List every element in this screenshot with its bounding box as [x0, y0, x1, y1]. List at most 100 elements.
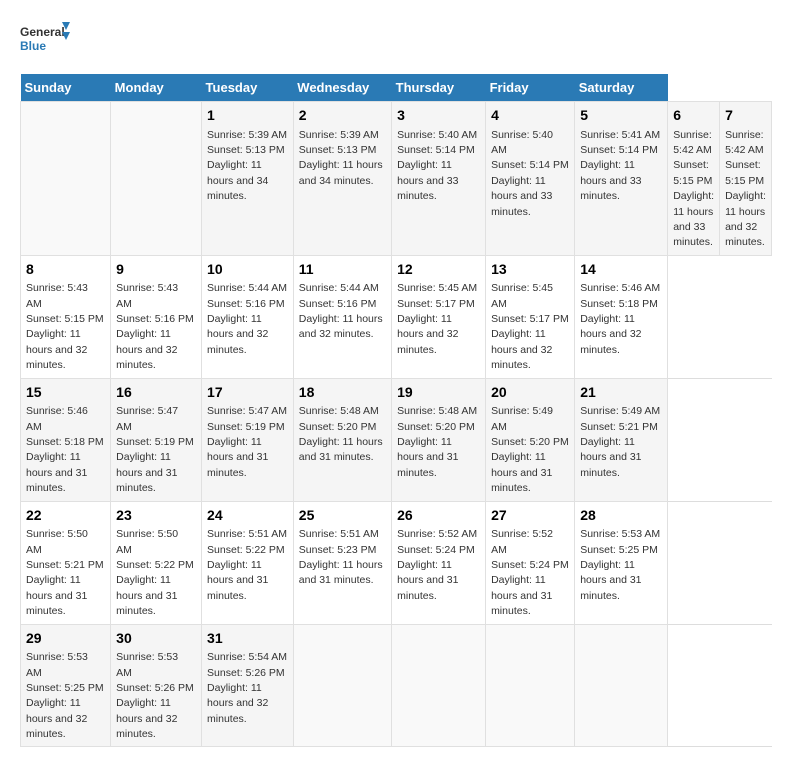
weekday-header-row: SundayMondayTuesdayWednesdayThursdayFrid…	[21, 74, 772, 102]
day-number: 15	[26, 383, 105, 403]
calendar-cell: 1 Sunrise: 5:39 AMSunset: 5:13 PMDayligh…	[202, 102, 294, 256]
calendar-cell: 24 Sunrise: 5:51 AMSunset: 5:22 PMDaylig…	[202, 501, 294, 624]
sunrise: Sunrise: 5:42 AMSunset: 5:15 PMDaylight:…	[673, 129, 714, 249]
day-number: 9	[116, 260, 196, 280]
sunrise: Sunrise: 5:50 AMSunset: 5:21 PMDaylight:…	[26, 528, 104, 617]
calendar-table: SundayMondayTuesdayWednesdayThursdayFrid…	[20, 74, 772, 747]
day-number: 14	[580, 260, 662, 280]
weekday-header: Saturday	[575, 74, 668, 102]
calendar-cell: 31 Sunrise: 5:54 AMSunset: 5:26 PMDaylig…	[202, 624, 294, 747]
calendar-cell: 18 Sunrise: 5:48 AMSunset: 5:20 PMDaylig…	[293, 378, 391, 501]
day-number: 27	[491, 506, 569, 526]
day-number: 7	[725, 106, 766, 126]
calendar-cell: 22 Sunrise: 5:50 AMSunset: 5:21 PMDaylig…	[21, 501, 111, 624]
sunrise: Sunrise: 5:52 AMSunset: 5:24 PMDaylight:…	[491, 528, 569, 617]
sunrise: Sunrise: 5:53 AMSunset: 5:25 PMDaylight:…	[580, 528, 660, 602]
sunrise: Sunrise: 5:50 AMSunset: 5:22 PMDaylight:…	[116, 528, 194, 617]
calendar-cell: 16 Sunrise: 5:47 AMSunset: 5:19 PMDaylig…	[111, 378, 202, 501]
sunrise: Sunrise: 5:49 AMSunset: 5:21 PMDaylight:…	[580, 405, 660, 479]
calendar-cell: 28 Sunrise: 5:53 AMSunset: 5:25 PMDaylig…	[575, 501, 668, 624]
day-number: 4	[491, 106, 569, 126]
calendar-cell: 3 Sunrise: 5:40 AMSunset: 5:14 PMDayligh…	[392, 102, 486, 256]
sunrise: Sunrise: 5:45 AMSunset: 5:17 PMDaylight:…	[491, 282, 569, 371]
week-row: 8 Sunrise: 5:43 AMSunset: 5:15 PMDayligh…	[21, 255, 772, 378]
calendar-cell	[392, 624, 486, 747]
svg-text:Blue: Blue	[20, 39, 46, 53]
weekday-header: Friday	[486, 74, 575, 102]
sunrise: Sunrise: 5:51 AMSunset: 5:23 PMDaylight:…	[299, 528, 383, 586]
sunrise: Sunrise: 5:48 AMSunset: 5:20 PMDaylight:…	[299, 405, 383, 463]
sunrise: Sunrise: 5:51 AMSunset: 5:22 PMDaylight:…	[207, 528, 287, 602]
weekday-header: Monday	[111, 74, 202, 102]
sunrise: Sunrise: 5:46 AMSunset: 5:18 PMDaylight:…	[580, 282, 660, 356]
calendar-cell: 8 Sunrise: 5:43 AMSunset: 5:15 PMDayligh…	[21, 255, 111, 378]
calendar-cell	[21, 102, 111, 256]
logo: General Blue	[20, 20, 70, 64]
day-number: 24	[207, 506, 288, 526]
sunrise: Sunrise: 5:49 AMSunset: 5:20 PMDaylight:…	[491, 405, 569, 494]
calendar-cell: 21 Sunrise: 5:49 AMSunset: 5:21 PMDaylig…	[575, 378, 668, 501]
header: General Blue	[20, 20, 772, 64]
sunrise: Sunrise: 5:54 AMSunset: 5:26 PMDaylight:…	[207, 651, 287, 725]
calendar-cell: 14 Sunrise: 5:46 AMSunset: 5:18 PMDaylig…	[575, 255, 668, 378]
svg-text:General: General	[20, 25, 65, 39]
calendar-cell: 29 Sunrise: 5:53 AMSunset: 5:25 PMDaylig…	[21, 624, 111, 747]
sunrise: Sunrise: 5:53 AMSunset: 5:25 PMDaylight:…	[26, 651, 104, 740]
sunrise: Sunrise: 5:43 AMSunset: 5:15 PMDaylight:…	[26, 282, 104, 371]
week-row: 22 Sunrise: 5:50 AMSunset: 5:21 PMDaylig…	[21, 501, 772, 624]
logo-svg: General Blue	[20, 20, 70, 64]
day-number: 19	[397, 383, 480, 403]
day-number: 10	[207, 260, 288, 280]
sunrise: Sunrise: 5:39 AMSunset: 5:13 PMDaylight:…	[207, 129, 287, 203]
day-number: 25	[299, 506, 386, 526]
day-number: 12	[397, 260, 480, 280]
calendar-cell: 13 Sunrise: 5:45 AMSunset: 5:17 PMDaylig…	[486, 255, 575, 378]
day-number: 6	[673, 106, 714, 126]
day-number: 5	[580, 106, 662, 126]
day-number: 8	[26, 260, 105, 280]
day-number: 18	[299, 383, 386, 403]
day-number: 11	[299, 260, 386, 280]
sunrise: Sunrise: 5:53 AMSunset: 5:26 PMDaylight:…	[116, 651, 194, 740]
day-number: 20	[491, 383, 569, 403]
sunrise: Sunrise: 5:44 AMSunset: 5:16 PMDaylight:…	[207, 282, 287, 356]
calendar-cell: 15 Sunrise: 5:46 AMSunset: 5:18 PMDaylig…	[21, 378, 111, 501]
sunrise: Sunrise: 5:46 AMSunset: 5:18 PMDaylight:…	[26, 405, 104, 494]
calendar-cell	[486, 624, 575, 747]
sunrise: Sunrise: 5:48 AMSunset: 5:20 PMDaylight:…	[397, 405, 477, 479]
sunrise: Sunrise: 5:40 AMSunset: 5:14 PMDaylight:…	[397, 129, 477, 203]
calendar-cell: 27 Sunrise: 5:52 AMSunset: 5:24 PMDaylig…	[486, 501, 575, 624]
calendar-cell: 17 Sunrise: 5:47 AMSunset: 5:19 PMDaylig…	[202, 378, 294, 501]
calendar-cell: 20 Sunrise: 5:49 AMSunset: 5:20 PMDaylig…	[486, 378, 575, 501]
day-number: 21	[580, 383, 662, 403]
sunrise: Sunrise: 5:47 AMSunset: 5:19 PMDaylight:…	[116, 405, 194, 494]
sunrise: Sunrise: 5:39 AMSunset: 5:13 PMDaylight:…	[299, 129, 383, 187]
sunrise: Sunrise: 5:43 AMSunset: 5:16 PMDaylight:…	[116, 282, 194, 371]
calendar-cell	[111, 102, 202, 256]
calendar-cell: 19 Sunrise: 5:48 AMSunset: 5:20 PMDaylig…	[392, 378, 486, 501]
day-number: 3	[397, 106, 480, 126]
day-number: 23	[116, 506, 196, 526]
day-number: 16	[116, 383, 196, 403]
calendar-cell: 6 Sunrise: 5:42 AMSunset: 5:15 PMDayligh…	[668, 102, 720, 256]
day-number: 13	[491, 260, 569, 280]
day-number: 28	[580, 506, 662, 526]
sunrise: Sunrise: 5:45 AMSunset: 5:17 PMDaylight:…	[397, 282, 477, 356]
calendar-cell: 5 Sunrise: 5:41 AMSunset: 5:14 PMDayligh…	[575, 102, 668, 256]
calendar-cell: 11 Sunrise: 5:44 AMSunset: 5:16 PMDaylig…	[293, 255, 391, 378]
weekday-header: Sunday	[21, 74, 111, 102]
sunrise: Sunrise: 5:42 AMSunset: 5:15 PMDaylight:…	[725, 129, 766, 249]
day-number: 26	[397, 506, 480, 526]
weekday-header: Wednesday	[293, 74, 391, 102]
day-number: 22	[26, 506, 105, 526]
weekday-header: Thursday	[392, 74, 486, 102]
sunrise: Sunrise: 5:44 AMSunset: 5:16 PMDaylight:…	[299, 282, 383, 340]
calendar-cell: 9 Sunrise: 5:43 AMSunset: 5:16 PMDayligh…	[111, 255, 202, 378]
calendar-cell: 30 Sunrise: 5:53 AMSunset: 5:26 PMDaylig…	[111, 624, 202, 747]
sunrise: Sunrise: 5:47 AMSunset: 5:19 PMDaylight:…	[207, 405, 287, 479]
calendar-cell: 12 Sunrise: 5:45 AMSunset: 5:17 PMDaylig…	[392, 255, 486, 378]
weekday-header: Tuesday	[202, 74, 294, 102]
calendar-cell: 10 Sunrise: 5:44 AMSunset: 5:16 PMDaylig…	[202, 255, 294, 378]
week-row: 15 Sunrise: 5:46 AMSunset: 5:18 PMDaylig…	[21, 378, 772, 501]
calendar-cell	[575, 624, 668, 747]
